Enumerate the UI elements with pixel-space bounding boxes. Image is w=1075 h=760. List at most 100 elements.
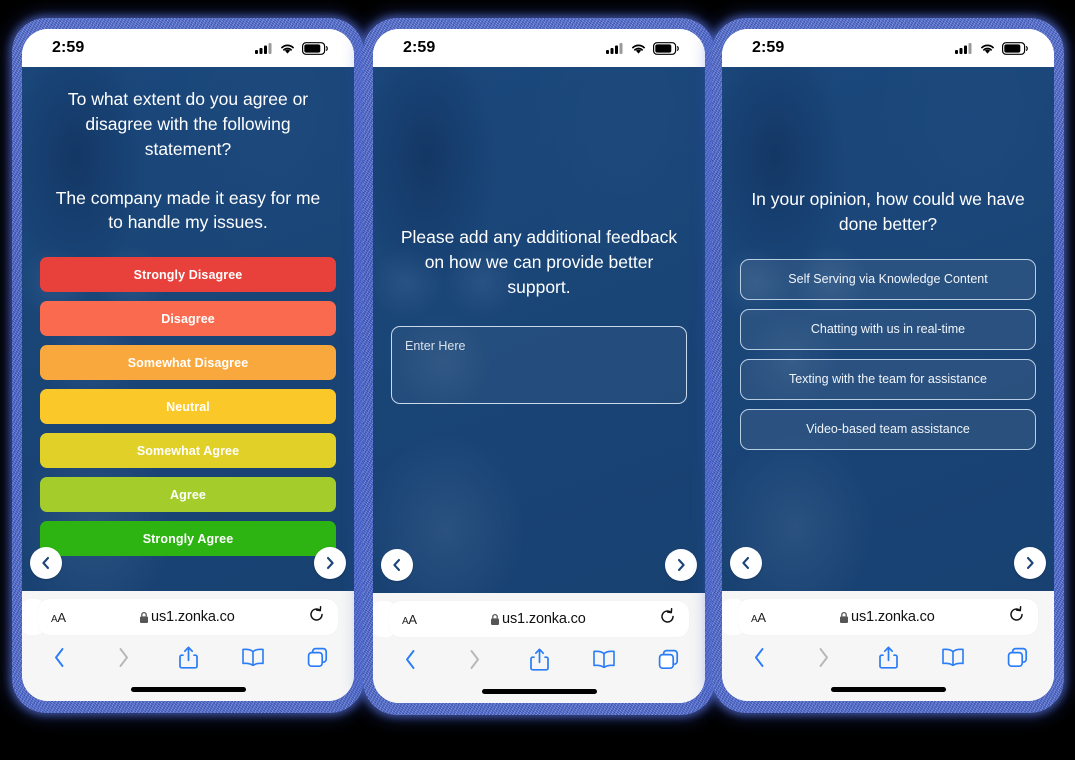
url-display[interactable]: us1.zonka.co xyxy=(766,609,1008,625)
url-display[interactable]: us1.zonka.co xyxy=(417,611,659,627)
url-text: us1.zonka.co xyxy=(151,609,235,625)
status-bar: 2:59 xyxy=(22,29,354,67)
phone-3: 2:59 In your opinion, how could we have … xyxy=(712,18,1064,713)
url-text: us1.zonka.co xyxy=(851,609,935,625)
phone-3-screen: 2:59 In your opinion, how could we have … xyxy=(722,29,1054,701)
status-icons xyxy=(255,41,328,55)
choice-option-chatting[interactable]: Chatting with us in real-time xyxy=(740,308,1036,350)
url-text: us1.zonka.co xyxy=(502,611,586,627)
browser-back-button[interactable] xyxy=(395,644,425,674)
status-icons xyxy=(606,41,679,55)
phone-1-screen: 2:59 To what extent do you agree or disa… xyxy=(22,29,354,701)
url-display[interactable]: us1.zonka.co xyxy=(66,609,308,625)
browser-share-button[interactable] xyxy=(873,642,903,672)
address-bar[interactable]: AA us1.zonka.co xyxy=(389,601,689,637)
share-icon xyxy=(178,646,198,669)
survey-nav xyxy=(373,549,705,581)
phone-1: 2:59 To what extent do you agree or disa… xyxy=(12,18,364,713)
lock-icon xyxy=(491,613,500,625)
choice-option-texting[interactable]: Texting with the team for assistance xyxy=(740,358,1036,400)
share-icon xyxy=(878,646,898,669)
chevron-left-icon xyxy=(405,649,414,669)
share-icon xyxy=(529,648,549,671)
status-clock: 2:59 xyxy=(752,39,785,56)
browser-forward-button[interactable] xyxy=(809,642,839,672)
browser-forward-button[interactable] xyxy=(109,642,139,672)
reload-button[interactable] xyxy=(659,608,676,630)
browser-back-button[interactable] xyxy=(44,642,74,672)
signal-bars-icon xyxy=(255,43,272,54)
text-size-button[interactable]: AA xyxy=(402,612,417,627)
chevron-right-icon xyxy=(677,558,685,572)
survey-area: To what extent do you agree or disagree … xyxy=(22,67,354,591)
lock-icon xyxy=(140,611,149,623)
browser-share-button[interactable] xyxy=(524,644,554,674)
text-size-button[interactable]: AA xyxy=(751,610,766,625)
home-indicator[interactable] xyxy=(481,688,597,694)
browser-bookmarks-button[interactable] xyxy=(238,642,268,672)
scale-option-neutral[interactable]: Neutral xyxy=(40,389,336,425)
wifi-icon xyxy=(981,44,994,54)
scale-option-somewhat-agree[interactable]: Somewhat Agree xyxy=(40,433,336,469)
scale-option-somewhat-disagree[interactable]: Somewhat Disagree xyxy=(40,345,336,381)
question-paragraph-1: In your opinion, how could we have done … xyxy=(751,189,1025,234)
battery-icon xyxy=(1002,41,1028,55)
question-text: In your opinion, how could we have done … xyxy=(740,187,1036,237)
survey-next-button[interactable] xyxy=(1014,547,1046,579)
scale-option-strongly-disagree[interactable]: Strongly Disagree xyxy=(40,257,336,293)
feedback-textarea[interactable] xyxy=(391,325,687,404)
home-indicator-area xyxy=(373,679,705,703)
lock-icon xyxy=(840,611,849,623)
text-size-button[interactable]: AAAA xyxy=(51,610,66,625)
signal-bars-icon xyxy=(606,43,623,54)
home-indicator[interactable] xyxy=(830,686,946,692)
scale-option-disagree[interactable]: Disagree xyxy=(40,301,336,337)
survey-area: In your opinion, how could we have done … xyxy=(722,67,1054,591)
survey-prev-button[interactable] xyxy=(381,549,413,581)
chevron-right-icon xyxy=(326,556,334,570)
safari-chrome: AA us1.zonka.co xyxy=(373,593,705,703)
survey-prev-button[interactable] xyxy=(30,547,62,579)
chevron-left-icon xyxy=(42,556,50,570)
chevron-left-icon xyxy=(742,556,750,570)
survey-prev-button[interactable] xyxy=(730,547,762,579)
home-indicator-area xyxy=(722,677,1054,701)
browser-forward-button[interactable] xyxy=(460,644,490,674)
survey-nav xyxy=(722,547,1054,579)
survey-next-button[interactable] xyxy=(665,549,697,581)
survey-next-button[interactable] xyxy=(314,547,346,579)
home-indicator[interactable] xyxy=(130,686,246,692)
browser-tabs-button[interactable] xyxy=(653,644,683,674)
phone-2-screen: 2:59 Please add any additional feedback … xyxy=(373,29,705,703)
reload-button[interactable] xyxy=(1008,606,1025,628)
chevron-right-icon xyxy=(470,649,479,669)
scale-option-agree[interactable]: Agree xyxy=(40,477,336,513)
tabs-icon xyxy=(307,647,327,667)
choice-option-video[interactable]: Video-based team assistance xyxy=(740,408,1036,450)
status-icons xyxy=(955,41,1028,55)
status-clock: 2:59 xyxy=(52,39,85,56)
browser-back-button[interactable] xyxy=(744,642,774,672)
book-icon xyxy=(941,648,964,666)
chevron-right-icon xyxy=(119,647,128,667)
wifi-icon xyxy=(281,44,294,54)
browser-bookmarks-button[interactable] xyxy=(938,642,968,672)
safari-chrome: AAAA us1.zonka.co xyxy=(22,591,354,701)
choice-options: Self Serving via Knowledge Content Chatt… xyxy=(740,258,1036,450)
address-bar[interactable]: AAAA us1.zonka.co xyxy=(38,599,338,635)
reload-button[interactable] xyxy=(308,606,325,628)
reload-icon xyxy=(661,608,674,623)
browser-tabs-button[interactable] xyxy=(302,642,332,672)
address-bar[interactable]: AA us1.zonka.co xyxy=(738,599,1038,635)
browser-bookmarks-button[interactable] xyxy=(589,644,619,674)
status-bar: 2:59 xyxy=(373,29,705,67)
browser-tabs-button[interactable] xyxy=(1002,642,1032,672)
status-clock: 2:59 xyxy=(403,39,436,56)
browser-share-button[interactable] xyxy=(173,642,203,672)
question-paragraph-1: Please add any additional feedback on ho… xyxy=(400,227,678,297)
survey-nav xyxy=(22,547,354,579)
chevron-left-icon xyxy=(754,647,763,667)
reload-icon xyxy=(310,606,323,621)
safari-chrome: AA us1.zonka.co xyxy=(722,591,1054,701)
choice-option-self-serving[interactable]: Self Serving via Knowledge Content xyxy=(740,258,1036,300)
